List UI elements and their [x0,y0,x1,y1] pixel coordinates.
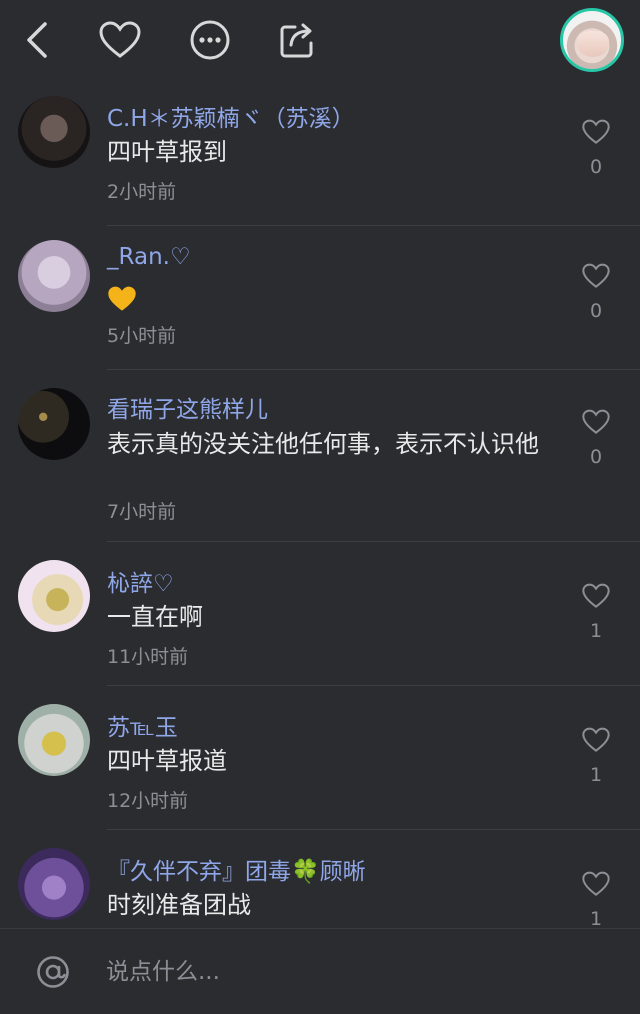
share-icon [280,23,313,58]
comment-text: 四叶草报道 [107,747,227,775]
comment-username[interactable]: 苏℡玉 [107,708,178,742]
avatar-face [577,31,609,57]
current-user-avatar[interactable] [560,8,624,72]
back-button[interactable] [14,16,62,64]
comment-username[interactable]: C.H＊苏颖楠ヾ（苏溪） [107,99,355,133]
avatar[interactable] [18,704,90,776]
comment-item[interactable]: 看瑞子这熊样儿 表示真的没关注他任何事，表示不认识他 7小时前 0 [0,370,640,542]
comment-input[interactable] [106,953,586,991]
like-button[interactable] [578,116,614,148]
share-button[interactable] [274,16,322,64]
comment-time: 11小时前 [107,646,189,668]
heart-outline-icon [99,21,141,58]
like-count: 0 [589,446,603,468]
like-button[interactable] [578,580,614,612]
comment-page: C.H＊苏颖楠ヾ（苏溪） 四叶草报到 2小时前 0 _Ran.♡ 5小时前 0 … [0,0,640,1014]
like-button[interactable] [578,724,614,756]
like-count: 1 [589,620,603,642]
avatar[interactable] [18,388,90,460]
comment-text: 四叶草报到 [107,138,227,166]
heart-outline-icon [582,727,610,752]
like-button[interactable] [578,868,614,900]
more-dots-icon [190,20,230,60]
avatar[interactable] [18,240,90,312]
comment-time: 7小时前 [107,501,177,523]
comment-username[interactable]: 『久伴不弃』团毒🍀顾晰 [107,852,366,886]
comment-username[interactable]: _Ran.♡ [107,244,191,270]
back-chevron-icon [27,22,47,58]
comment-item[interactable]: C.H＊苏颖楠ヾ（苏溪） 四叶草报到 2小时前 0 [0,82,640,226]
like-count: 0 [589,156,603,178]
heart-outline-icon [582,871,610,896]
comment-username[interactable]: 杺誶♡ [107,564,174,598]
like-count: 1 [589,908,603,930]
comment-text: 一直在啊 [107,603,203,631]
heart-outline-icon [582,583,610,608]
comment-text: 表示真的没关注他任何事，表示不认识他 [107,430,539,458]
avatar[interactable] [18,96,90,168]
favorite-button[interactable] [96,16,144,64]
comment-time: 5小时前 [107,325,177,347]
comment-composer [0,928,640,1014]
at-mention-icon[interactable] [36,955,70,989]
comment-username[interactable]: 看瑞子这熊样儿 [107,390,268,424]
comment-item[interactable]: _Ran.♡ 5小时前 0 [0,226,640,370]
comment-list: C.H＊苏颖楠ヾ（苏溪） 四叶草报到 2小时前 0 _Ran.♡ 5小时前 0 … [0,82,640,930]
like-button[interactable] [578,406,614,438]
comment-text: 时刻准备团战 [107,891,251,919]
like-count: 0 [589,300,603,322]
comment-item[interactable]: 杺誶♡ 一直在啊 11小时前 1 [0,542,640,686]
heart-outline-icon [582,409,610,434]
like-button[interactable] [578,260,614,292]
top-bar [0,0,640,82]
comment-item[interactable]: 苏℡玉 四叶草报道 12小时前 1 [0,686,640,830]
like-count: 1 [589,764,603,786]
heart-outline-icon [582,119,610,144]
yellow-heart-icon [107,286,137,316]
avatar[interactable] [18,560,90,632]
comment-item[interactable]: 『久伴不弃』团毒🍀顾晰 时刻准备团战 1 [0,830,640,930]
avatar[interactable] [18,848,90,920]
more-button[interactable] [186,16,234,64]
comment-time: 2小时前 [107,181,177,203]
heart-outline-icon [582,263,610,288]
comment-time: 12小时前 [107,790,189,812]
